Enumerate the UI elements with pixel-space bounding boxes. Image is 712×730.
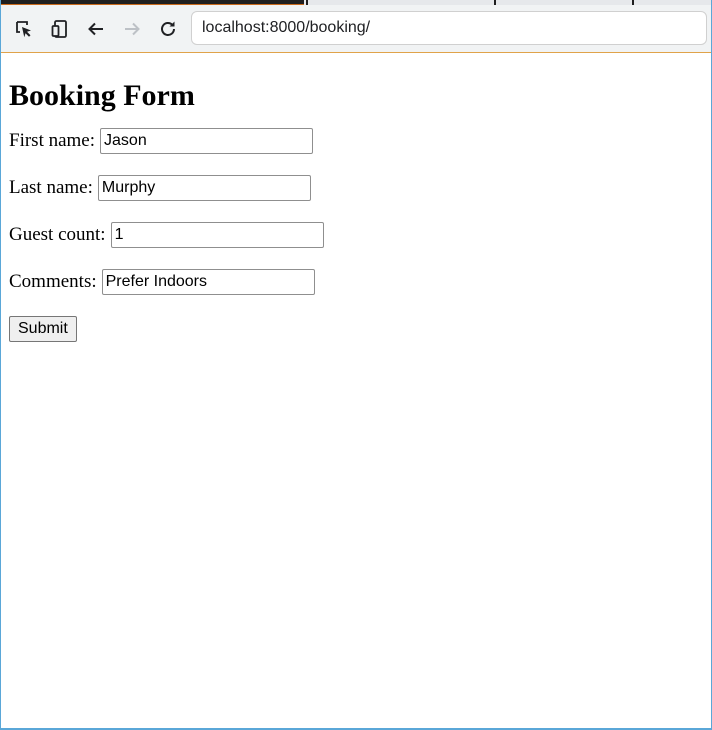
reload-icon[interactable] [156, 17, 180, 41]
inspect-icon[interactable] [12, 17, 36, 41]
guest-count-label: Guest count: [9, 224, 106, 245]
comments-input[interactable] [101, 269, 315, 295]
browser-window: localhost:8000/booking/ Booking Form Fir… [0, 0, 712, 730]
page-content: Booking Form First name: Last name: Gues… [9, 62, 703, 342]
first-name-label: First name: [9, 130, 96, 151]
first-name-input[interactable] [100, 128, 314, 154]
browser-toolbar: localhost:8000/booking/ [1, 5, 711, 53]
page-title: Booking Form [9, 79, 195, 112]
submit-button[interactable]: Submit [9, 316, 77, 342]
url-text: localhost:8000/booking/ [202, 19, 371, 36]
first-name-row: First name: [9, 128, 703, 154]
active-tab[interactable] [1, 0, 304, 5]
booking-form: First name: Last name: Guest count: Comm… [9, 128, 703, 342]
forward-arrow-icon[interactable] [120, 17, 144, 41]
last-name-row: Last name: [9, 175, 703, 201]
device-toggle-icon[interactable] [48, 17, 72, 41]
comments-label: Comments: [9, 271, 97, 292]
guest-count-row: Guest count: [9, 222, 703, 248]
guest-count-input[interactable] [110, 222, 324, 248]
address-bar[interactable]: localhost:8000/booking/ [191, 11, 707, 45]
last-name-input[interactable] [97, 175, 311, 201]
last-name-label: Last name: [9, 177, 93, 198]
comments-row: Comments: [9, 269, 703, 295]
back-arrow-icon[interactable] [84, 17, 108, 41]
